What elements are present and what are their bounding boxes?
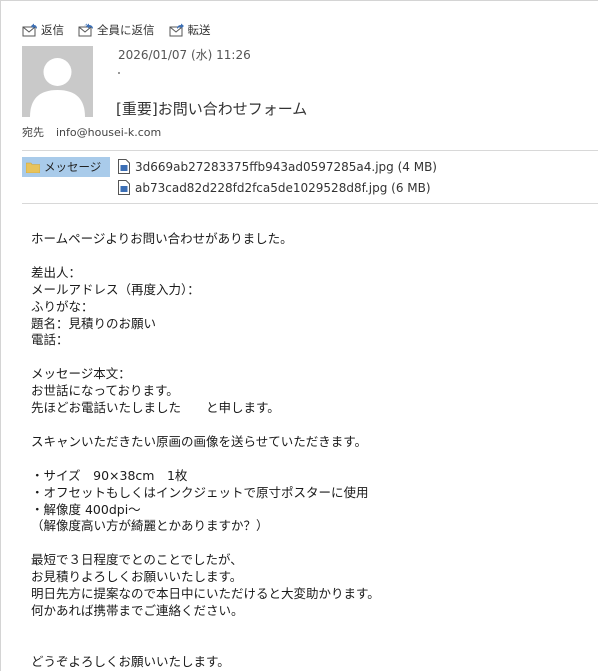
attachment-list: 3d669ab27283375ffb943ad0597285a4.jpg (4 … xyxy=(118,156,437,198)
message-tab[interactable]: メッセージ xyxy=(22,157,110,177)
window-top-border xyxy=(0,0,598,1)
body-divider xyxy=(22,203,598,204)
recipient-row: 宛先 info@housei-k.com xyxy=(22,124,161,140)
message-subject: [重要]お問い合わせフォーム xyxy=(116,100,308,118)
reply-all-label: 全員に返信 xyxy=(97,23,155,37)
attachment-name: ab73cad82d228fd2fca5de1029528d8f.jpg (6 … xyxy=(135,180,431,195)
image-file-icon xyxy=(118,180,130,195)
attachment-name: 3d669ab27283375ffb943ad0597285a4.jpg (4 … xyxy=(135,159,437,174)
to-label: 宛先 xyxy=(22,126,44,139)
message-body: ホームページよりお問い合わせがありました。 差出人： メールアドレス（再度入力）… xyxy=(31,231,380,669)
forward-icon xyxy=(169,23,184,37)
reply-button[interactable]: 返信 xyxy=(22,22,64,38)
person-icon xyxy=(22,46,93,117)
to-address[interactable]: info@housei-k.com xyxy=(56,126,161,139)
image-file-icon xyxy=(118,159,130,174)
message-tab-label: メッセージ xyxy=(44,160,102,174)
forward-button[interactable]: 転送 xyxy=(169,22,211,38)
sender-avatar xyxy=(22,46,93,117)
folder-icon xyxy=(26,162,40,173)
reply-all-icon xyxy=(78,23,93,37)
header-divider xyxy=(22,150,598,151)
window-left-border xyxy=(0,0,1,671)
reply-icon xyxy=(22,23,37,37)
sender-placeholder xyxy=(118,72,120,74)
sent-date: 2026/01/07 (水) 11:26 xyxy=(118,48,251,62)
attachment-item[interactable]: ab73cad82d228fd2fca5de1029528d8f.jpg (6 … xyxy=(118,177,437,198)
forward-label: 転送 xyxy=(187,23,211,37)
reply-label: 返信 xyxy=(41,23,64,37)
attachment-item[interactable]: 3d669ab27283375ffb943ad0597285a4.jpg (4 … xyxy=(118,156,437,177)
message-toolbar: 返信 全員に返信 転送 xyxy=(22,20,225,40)
reply-all-button[interactable]: 全員に返信 xyxy=(78,22,155,38)
